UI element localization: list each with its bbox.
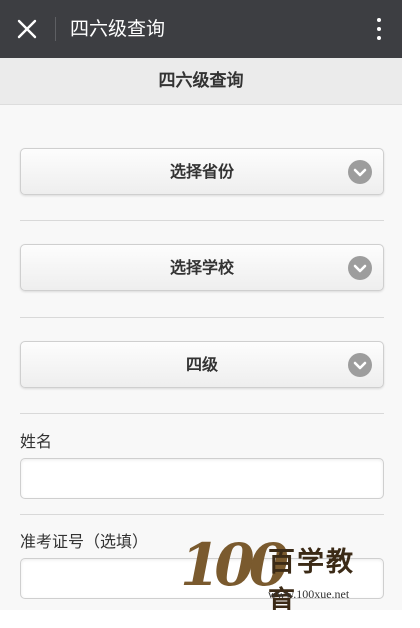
school-select-label: 选择学校 bbox=[169, 258, 234, 277]
school-select[interactable]: 选择学校 bbox=[20, 244, 384, 291]
chevron-down-icon bbox=[348, 160, 372, 184]
chevron-down-icon bbox=[348, 353, 372, 377]
app-frame: 四六级查询 四六级查询 选择省份 选择学校 四级 姓名 准考证号（选填） 100… bbox=[0, 0, 402, 610]
top-nav-bar: 四六级查询 bbox=[0, 0, 402, 58]
name-label: 姓名 bbox=[20, 432, 53, 451]
close-icon[interactable] bbox=[16, 18, 38, 40]
more-vertical-icon[interactable] bbox=[376, 18, 382, 42]
name-input[interactable] bbox=[20, 458, 384, 499]
divider bbox=[20, 220, 384, 221]
nav-title: 四六级查询 bbox=[70, 18, 166, 40]
chevron-down-icon bbox=[348, 256, 372, 280]
divider bbox=[20, 413, 384, 414]
level-select-label: 四级 bbox=[185, 355, 218, 374]
query-form: 选择省份 选择学校 四级 姓名 准考证号（选填） bbox=[0, 106, 402, 610]
ticket-number-label: 准考证号（选填） bbox=[20, 532, 149, 551]
divider bbox=[20, 514, 384, 515]
level-select[interactable]: 四级 bbox=[20, 341, 384, 388]
page-title: 四六级查询 bbox=[0, 58, 402, 105]
divider bbox=[20, 317, 384, 318]
province-select-label: 选择省份 bbox=[169, 162, 234, 181]
ticket-number-input[interactable] bbox=[20, 558, 384, 599]
province-select[interactable]: 选择省份 bbox=[20, 148, 384, 195]
nav-divider bbox=[55, 17, 56, 41]
